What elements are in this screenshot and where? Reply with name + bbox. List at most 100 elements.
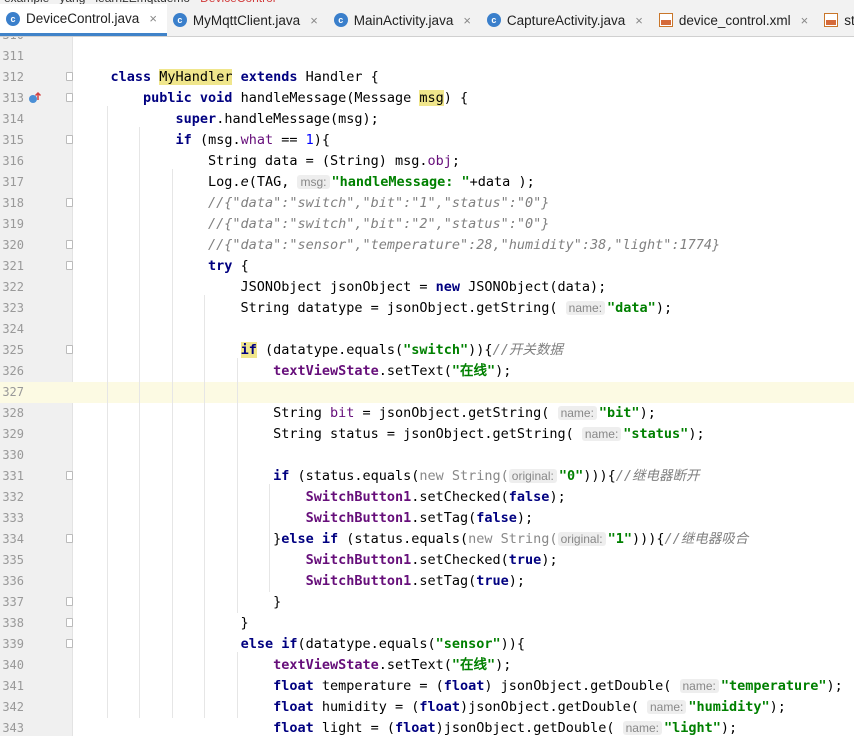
code-line[interactable]: 337 } <box>0 592 854 613</box>
line-number: 341 <box>2 679 24 693</box>
code-token: //{"data":"switch","bit":"1","status":"0… <box>208 195 550 211</box>
code-line[interactable]: 312 class MyHandler extends Handler { <box>0 67 854 88</box>
code-text[interactable]: }else if (status.equals(new String(origi… <box>78 529 748 550</box>
code-text[interactable]: textViewState.setText("在线"); <box>78 361 511 382</box>
code-line[interactable]: 318 //{"data":"switch","bit":"1","status… <box>0 193 854 214</box>
line-number: 315 <box>2 133 24 147</box>
code-line[interactable]: 320 //{"data":"sensor","temperature":28,… <box>0 235 854 256</box>
tab-mymqttclient-java[interactable]: c MyMqttClient.java × <box>167 4 328 36</box>
close-tab-icon[interactable]: × <box>463 13 471 28</box>
code-line[interactable]: 342 float humidity = (float)jsonObject.g… <box>0 697 854 718</box>
fold-marker-icon[interactable] <box>66 72 73 81</box>
code-token: 1 <box>305 132 314 148</box>
code-line[interactable]: 341 float temperature = (float) jsonObje… <box>0 676 854 697</box>
fold-marker-icon[interactable] <box>66 345 73 354</box>
code-token: "在线" <box>451 363 496 379</box>
code-text[interactable]: //{"data":"switch","bit":"2","status":"0… <box>78 214 549 235</box>
code-line[interactable]: 321 try { <box>0 256 854 277</box>
code-line[interactable]: 329 String status = jsonObject.getString… <box>0 424 854 445</box>
code-text[interactable]: SwitchButton1.setChecked(true); <box>78 550 558 571</box>
code-token: String datatype = jsonObject.getString( <box>78 300 566 316</box>
code-line[interactable]: 333 SwitchButton1.setTag(false); <box>0 508 854 529</box>
code-text[interactable]: else if(datatype.equals("sensor")){ <box>78 634 526 655</box>
code-line[interactable]: 338 } <box>0 613 854 634</box>
code-token: "status" <box>623 426 689 442</box>
fold-marker-icon[interactable] <box>66 261 73 270</box>
close-tab-icon[interactable]: × <box>149 11 157 26</box>
code-text[interactable]: SwitchButton1.setTag(false); <box>78 508 534 529</box>
code-text[interactable]: } <box>78 613 249 634</box>
code-line[interactable]: 325 if (datatype.equals("switch")){//开关数… <box>0 340 854 361</box>
code-line[interactable]: 332 SwitchButton1.setChecked(false); <box>0 487 854 508</box>
code-text[interactable]: String data = (String) msg.obj; <box>78 151 460 172</box>
code-text[interactable]: //{"data":"sensor","temperature":28,"hum… <box>78 235 720 256</box>
code-text[interactable]: String bit = jsonObject.getString( name:… <box>78 403 656 424</box>
code-text[interactable]: JSONObject jsonObject = new JSONObject(d… <box>78 277 607 298</box>
code-text[interactable]: class MyHandler extends Handler { <box>78 67 379 88</box>
code-line[interactable]: 327 <box>0 382 854 403</box>
code-text[interactable]: textViewState.setText("在线"); <box>78 655 511 676</box>
code-token: .setText( <box>378 363 452 379</box>
code-token: light = ( <box>321 720 396 736</box>
code-text[interactable]: } <box>78 592 281 613</box>
fold-marker-icon[interactable] <box>66 597 73 606</box>
code-line[interactable]: 311 <box>0 46 854 67</box>
fold-marker-icon[interactable] <box>66 198 73 207</box>
code-line[interactable]: 339 else if(datatype.equals("sensor")){ <box>0 634 854 655</box>
tab-device-control-xml[interactable]: device_control.xml × <box>653 4 818 36</box>
fold-marker-icon[interactable] <box>66 135 73 144</box>
code-line[interactable]: 334 }else if (status.equals(new String(o… <box>0 529 854 550</box>
tab-strings-xml[interactable]: strings.xml <box>818 4 854 36</box>
code-text[interactable]: if (datatype.equals("switch")){//开关数据 <box>78 340 563 361</box>
close-tab-icon[interactable]: × <box>635 13 643 28</box>
code-line[interactable]: 322 JSONObject jsonObject = new JSONObje… <box>0 277 854 298</box>
close-tab-icon[interactable]: × <box>801 13 809 28</box>
code-text[interactable]: super.handleMessage(msg); <box>78 109 379 130</box>
code-line[interactable]: 323 String datatype = jsonObject.getStri… <box>0 298 854 319</box>
tab-mainactivity-java[interactable]: c MainActivity.java × <box>328 4 481 36</box>
close-tab-icon[interactable]: × <box>310 13 318 28</box>
code-token: //开关数据 <box>492 342 563 358</box>
code-line[interactable]: 330 <box>0 445 854 466</box>
override-method-icon[interactable] <box>28 91 42 105</box>
fold-marker-icon[interactable] <box>66 639 73 648</box>
code-line[interactable]: 324 <box>0 319 854 340</box>
code-text[interactable]: String datatype = jsonObject.getString( … <box>78 298 673 319</box>
code-line[interactable]: 328 String bit = jsonObject.getString( n… <box>0 403 854 424</box>
fold-marker-icon[interactable] <box>66 471 73 480</box>
code-text[interactable]: float humidity = (float)jsonObject.getDo… <box>78 697 786 718</box>
code-token: obj <box>427 153 452 169</box>
code-text[interactable]: Log.e(TAG, msg: "handleMessage: "+data ); <box>78 172 535 193</box>
code-text[interactable]: try { <box>78 256 249 277</box>
code-line[interactable]: 326 textViewState.setText("在线"); <box>0 361 854 382</box>
code-text[interactable]: //{"data":"switch","bit":"1","status":"0… <box>78 193 549 214</box>
code-line[interactable]: 319 //{"data":"switch","bit":"2","status… <box>0 214 854 235</box>
code-line[interactable]: 331 if (status.equals(new String(origina… <box>0 466 854 487</box>
fold-marker-icon[interactable] <box>66 240 73 249</box>
code-text[interactable]: if (msg.what == 1){ <box>78 130 330 151</box>
line-number: 320 <box>2 238 24 252</box>
code-text[interactable]: SwitchButton1.setTag(true); <box>78 571 525 592</box>
line-number: 328 <box>2 406 24 420</box>
code-token: false <box>476 510 517 526</box>
code-line[interactable]: 316 String data = (String) msg.obj; <box>0 151 854 172</box>
code-text[interactable]: public void handleMessage(Message msg) { <box>78 88 468 109</box>
code-token: "0" <box>558 468 584 484</box>
code-line[interactable]: 335 SwitchButton1.setChecked(true); <box>0 550 854 571</box>
code-line[interactable]: 313 public void handleMessage(Message ms… <box>0 88 854 109</box>
fold-marker-icon[interactable] <box>66 534 73 543</box>
tab-label: strings.xml <box>844 12 854 28</box>
code-line[interactable]: 340 textViewState.setText("在线"); <box>0 655 854 676</box>
code-text[interactable]: SwitchButton1.setChecked(false); <box>78 487 566 508</box>
tab-devicecontrol-java[interactable]: c DeviceControl.java × <box>0 4 167 36</box>
code-line[interactable]: 314 super.handleMessage(msg); <box>0 109 854 130</box>
fold-marker-icon[interactable] <box>66 618 73 627</box>
tab-captureactivity-java[interactable]: c CaptureActivity.java × <box>481 4 653 36</box>
line-number: 329 <box>2 427 24 441</box>
code-line[interactable]: 315 if (msg.what == 1){ <box>0 130 854 151</box>
line-number: 325 <box>2 343 24 357</box>
fold-marker-icon[interactable] <box>66 93 73 102</box>
code-line[interactable]: 317 Log.e(TAG, msg: "handleMessage: "+dat… <box>0 172 854 193</box>
code-text[interactable]: float temperature = (float) jsonObject.g… <box>78 676 843 697</box>
code-line[interactable]: 336 SwitchButton1.setTag(true); <box>0 571 854 592</box>
